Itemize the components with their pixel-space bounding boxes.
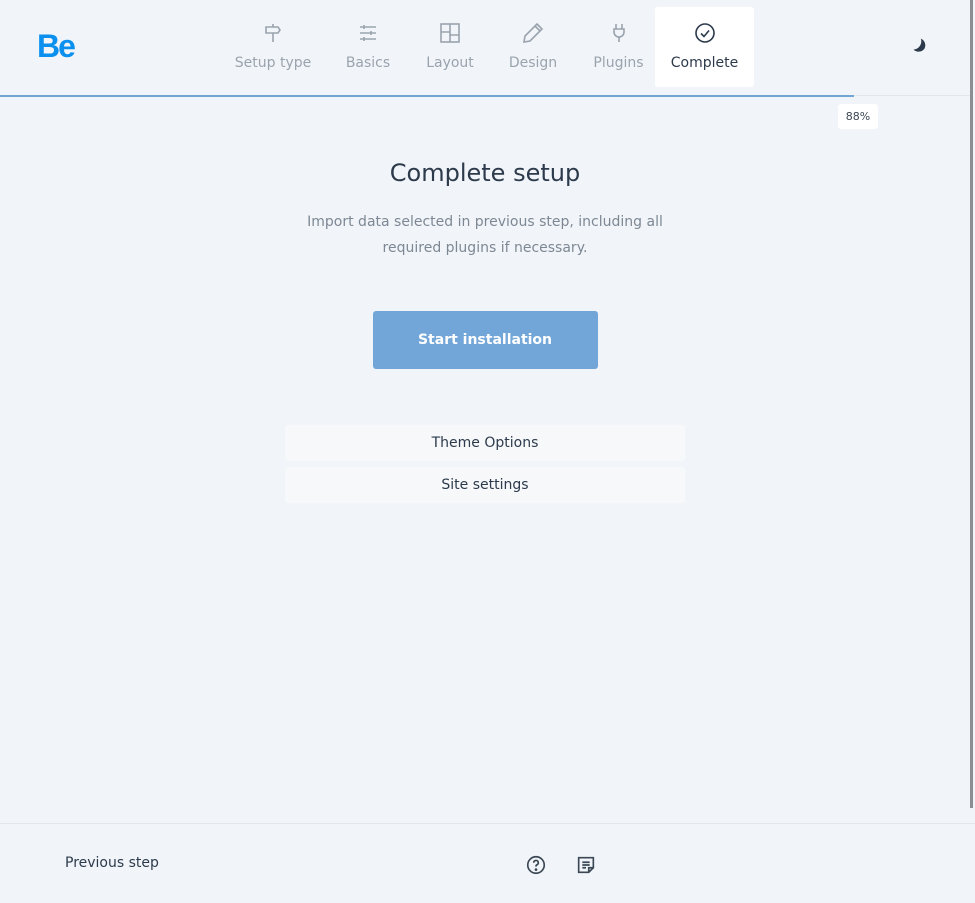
wizard-footer: Previous step	[0, 823, 975, 903]
step-setup-type[interactable]: Setup type	[226, 7, 320, 87]
start-installation-button[interactable]: Start installation	[372, 311, 598, 369]
step-label: Setup type	[234, 55, 312, 71]
main-content: Complete setup Import data selected in p…	[0, 97, 970, 509]
sliders-icon	[360, 25, 376, 41]
import-options-list: Theme Options Site settings	[285, 425, 685, 503]
option-site-settings[interactable]: Site settings	[285, 467, 685, 503]
pencil-icon	[523, 22, 544, 43]
step-label: Complete	[670, 55, 739, 71]
scrollbar[interactable]	[970, 0, 973, 808]
step-basics[interactable]: Basics	[320, 7, 416, 87]
page-title: Complete setup	[389, 159, 581, 187]
plug-icon	[612, 24, 625, 42]
step-plugins[interactable]: Plugins	[582, 7, 655, 87]
moon-icon[interactable]	[908, 34, 930, 56]
step-complete[interactable]: Complete	[655, 7, 754, 87]
help-circle-icon[interactable]	[525, 854, 547, 876]
page-description: Import data selected in previous step, i…	[307, 214, 663, 256]
be-logo: Be	[37, 28, 76, 64]
step-layout[interactable]: Layout	[416, 7, 484, 87]
option-theme-options[interactable]: Theme Options	[285, 425, 685, 461]
step-design[interactable]: Design	[484, 7, 582, 87]
wizard-header: Be Setup type Basics Layout Design Plugi…	[0, 0, 970, 96]
step-label: Layout	[426, 55, 474, 71]
check-circle-icon	[694, 23, 715, 43]
layout-grid-icon	[440, 23, 460, 43]
step-label: Design	[508, 55, 558, 71]
step-label: Basics	[345, 55, 391, 71]
notes-icon[interactable]	[575, 854, 597, 876]
signpost-icon	[265, 24, 281, 42]
previous-step-button[interactable]: Previous step	[65, 855, 159, 871]
step-label: Plugins	[593, 55, 644, 71]
wizard-steps: Setup type Basics Layout Design Plugins	[226, 7, 754, 87]
